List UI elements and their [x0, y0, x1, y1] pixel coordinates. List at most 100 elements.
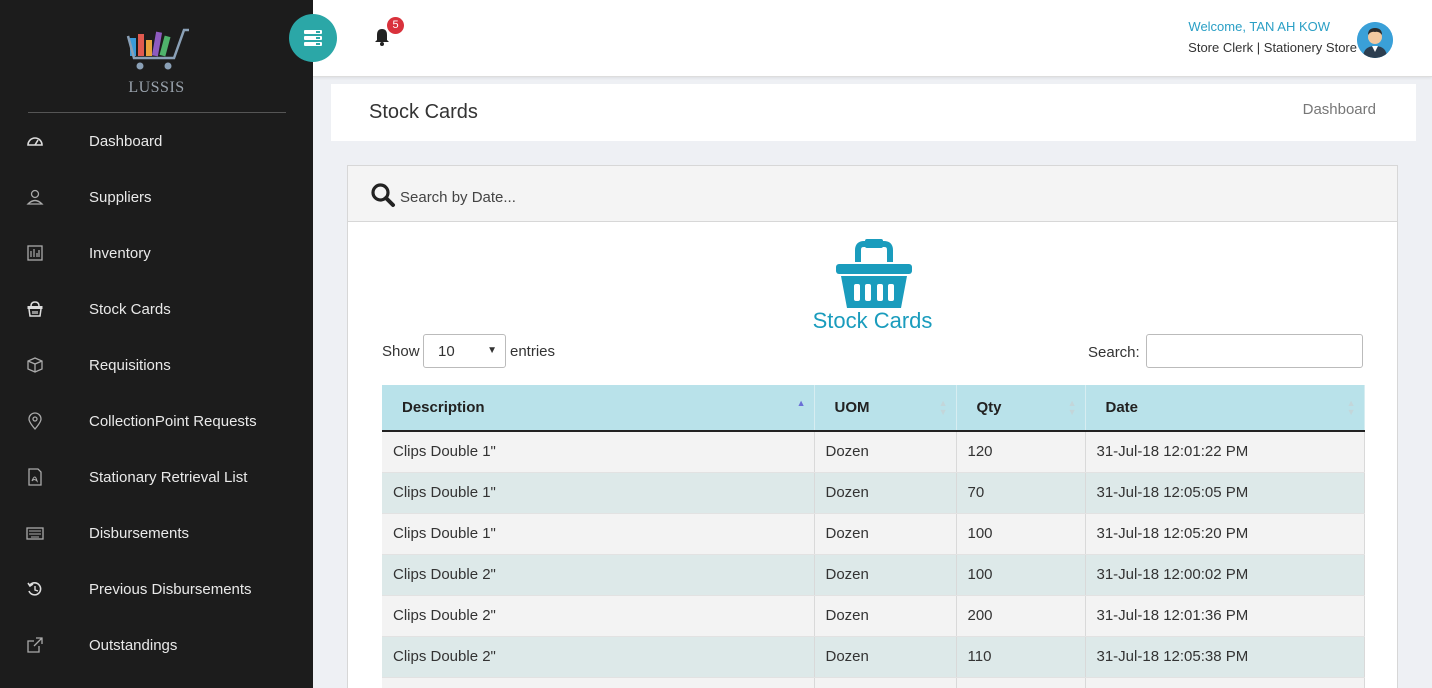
cell-qty: 120 [956, 431, 1086, 473]
table-search-input[interactable] [1146, 334, 1363, 368]
sidebar-item-label: Outstandings [89, 636, 178, 654]
table-header-row: Description ▲ UOM ▲ ▼ Qty ▲ ▼ Date ▲ ▼ [382, 385, 1365, 432]
sidebar-nav: Dashboard Suppliers Inventory Stock Card… [0, 113, 313, 673]
user-icon [26, 188, 44, 206]
cell-date [1085, 677, 1365, 688]
cell-uom: Dozen [814, 513, 957, 555]
breadcrumb[interactable]: Dashboard [1303, 101, 1376, 118]
menu-icon [304, 30, 322, 46]
cell-uom: Dozen [814, 636, 957, 678]
table-row[interactable]: Clips Double 2" Dozen 200 31-Jul-18 12:0… [382, 595, 1365, 637]
cell-qty: 70 [956, 472, 1086, 514]
cell-qty: 110 [956, 636, 1086, 678]
cell-qty: 100 [956, 554, 1086, 596]
page-title: Stock Cards [369, 101, 478, 123]
sidebar-toggle-button[interactable] [289, 14, 337, 62]
sidebar-item-label: Stock Cards [89, 300, 171, 318]
sidebar-item-label: Requisitions [89, 356, 171, 374]
cell-uom: Dozen [814, 431, 957, 473]
table-row[interactable] [382, 677, 1365, 688]
sidebar-item-stock-cards[interactable]: Stock Cards [0, 281, 313, 337]
sort-icon: ▲ ▼ [1346, 398, 1356, 417]
logo-cart-icon [126, 28, 189, 70]
sidebar-item-label: CollectionPoint Requests [89, 412, 257, 430]
table-row[interactable]: Clips Double 2" Dozen 100 31-Jul-18 12:0… [382, 554, 1365, 596]
cell-description: Clips Double 2" [382, 636, 815, 678]
cell-uom: Dozen [814, 554, 957, 596]
notification-badge: 5 [387, 17, 404, 34]
sort-icon: ▲ ▼ [1067, 398, 1077, 417]
cell-qty: 200 [956, 595, 1086, 637]
cell-qty: 100 [956, 513, 1086, 555]
sidebar-item-label: Stationary Retrieval List [89, 468, 248, 486]
table-row[interactable]: Clips Double 2" Dozen 110 31-Jul-18 12:0… [382, 636, 1365, 678]
history-icon [26, 580, 44, 598]
page-size-select[interactable]: 10 ▼ [423, 334, 506, 368]
sidebar-item-inventory[interactable]: Inventory [0, 225, 313, 281]
cell-qty [956, 677, 1086, 688]
keyboard-icon [26, 524, 44, 542]
cell-uom: Dozen [814, 472, 957, 514]
basket-icon [836, 239, 912, 308]
cell-uom [814, 677, 957, 688]
cell-description: Clips Double 2" [382, 554, 815, 596]
cell-date: 31-Jul-18 12:05:38 PM [1085, 636, 1365, 678]
pdf-file-icon [26, 468, 44, 486]
avatar[interactable] [1357, 22, 1393, 58]
search-icon [371, 183, 395, 207]
sidebar-item-label: Inventory [89, 244, 151, 262]
map-pin-icon [26, 412, 44, 430]
dashboard-icon [26, 132, 44, 150]
cell-description: Clips Double 1" [382, 513, 815, 555]
sidebar-item-outstandings[interactable]: Outstandings [0, 617, 313, 673]
cell-date: 31-Jul-18 12:01:22 PM [1085, 431, 1365, 473]
column-header-qty[interactable]: Qty ▲ ▼ [956, 385, 1086, 432]
sidebar-item-disbursements[interactable]: Disbursements [0, 505, 313, 561]
search-by-date-link[interactable]: Search by Date... [400, 189, 516, 206]
table-row[interactable]: Clips Double 1" Dozen 100 31-Jul-18 12:0… [382, 513, 1365, 555]
sidebar-item-suppliers[interactable]: Suppliers [0, 169, 313, 225]
cell-date: 31-Jul-18 12:05:05 PM [1085, 472, 1365, 514]
sidebar-item-stationary-retrieval-list[interactable]: Stationary Retrieval List [0, 449, 313, 505]
box-icon [26, 356, 44, 374]
cell-description: Clips Double 1" [382, 472, 815, 514]
cell-date: 31-Jul-18 12:01:36 PM [1085, 595, 1365, 637]
stock-cards-panel: Search by Date... Stock Cards Show 10 ▼ … [347, 165, 1398, 688]
user-avatar-icon [1357, 22, 1393, 58]
search-by-date-bar[interactable]: Search by Date... [348, 166, 1397, 222]
sidebar-item-dashboard[interactable]: Dashboard [0, 113, 313, 169]
entries-label: entries [510, 343, 556, 360]
sidebar-item-label: Dashboard [89, 132, 163, 150]
basket-icon [26, 300, 44, 318]
page-header: Stock Cards Dashboard [331, 84, 1416, 141]
external-link-icon [26, 636, 44, 654]
welcome-text: Welcome, TAN AH KOW [1188, 19, 1330, 34]
logo[interactable]: LUSSIS [0, 0, 313, 110]
sidebar-item-collectionpoint-requests[interactable]: CollectionPoint Requests [0, 393, 313, 449]
sidebar-item-label: Disbursements [89, 524, 190, 542]
column-header-uom[interactable]: UOM ▲ ▼ [814, 385, 957, 432]
topbar: 5 Welcome, TAN AH KOW Store Clerk | Stat… [313, 0, 1432, 77]
sort-icon: ▲ ▼ [938, 398, 948, 417]
column-header-description[interactable]: Description ▲ [382, 385, 815, 432]
page-size-value: 10 [438, 343, 455, 360]
cell-description: Clips Double 1" [382, 431, 815, 473]
cell-description [382, 677, 815, 688]
inventory-icon [26, 244, 44, 262]
stock-cards-heading: Stock Cards [812, 308, 933, 333]
caret-down-icon: ▼ [487, 345, 497, 356]
stock-cards-table: Description ▲ UOM ▲ ▼ Qty ▲ ▼ Date ▲ ▼ C… [382, 385, 1365, 688]
table-row[interactable]: Clips Double 1" Dozen 70 31-Jul-18 12:05… [382, 472, 1365, 514]
show-label: Show [382, 343, 420, 360]
sidebar-item-label: Previous Disbursements [89, 580, 252, 598]
user-role: Store Clerk | Stationery Store [1188, 40, 1357, 55]
sort-asc-icon: ▲ [796, 398, 806, 408]
column-header-date[interactable]: Date ▲ ▼ [1085, 385, 1365, 432]
sidebar-item-previous-disbursements[interactable]: Previous Disbursements [0, 561, 313, 617]
cell-description: Clips Double 2" [382, 595, 815, 637]
cell-date: 31-Jul-18 12:05:20 PM [1085, 513, 1365, 555]
sidebar-item-requisitions[interactable]: Requisitions [0, 337, 313, 393]
search-label: Search: [1088, 344, 1140, 361]
cell-uom: Dozen [814, 595, 957, 637]
table-row[interactable]: Clips Double 1" Dozen 120 31-Jul-18 12:0… [382, 431, 1365, 473]
